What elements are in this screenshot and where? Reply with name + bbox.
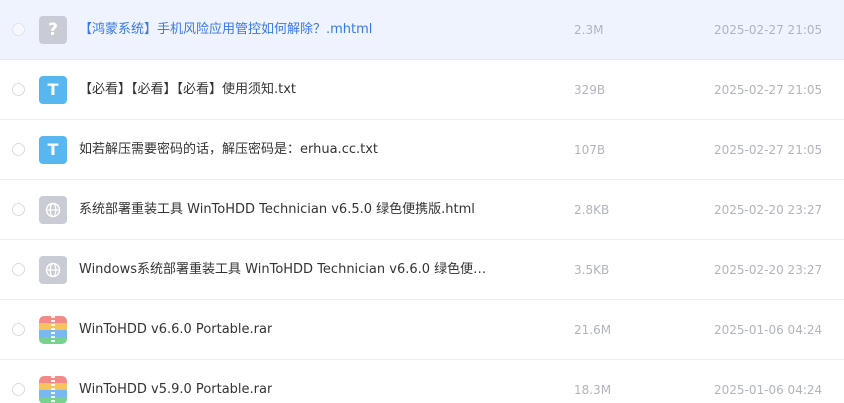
globe-icon [45, 202, 61, 217]
file-date: 2025-02-27 21:05 [714, 82, 823, 97]
file-row-mhtml[interactable]: ? 【鸿蒙系统】手机风险应用管控如何解除？.mhtml 2.3M 2025-02… [0, 0, 844, 60]
file-list: ? 【鸿蒙系统】手机风险应用管控如何解除？.mhtml 2.3M 2025-02… [0, 0, 844, 403]
file-date: 2025-02-20 23:27 [714, 262, 823, 277]
file-size: 2.3M [574, 22, 604, 37]
file-date: 2025-01-06 04:24 [714, 382, 823, 397]
file-name[interactable]: 如若解压需要密码的话，解压密码是：erhua.cc.txt [79, 141, 378, 159]
file-name[interactable]: 系统部署重装工具 WinToHDD Technician v6.5.0 绿色便携… [79, 201, 475, 219]
file-name[interactable]: WinToHDD v6.6.0 Portable.rar [79, 321, 272, 339]
row-checkbox[interactable] [12, 82, 25, 96]
file-row-must-read-txt[interactable]: T 【必看】【必看】【必看】使用须知.txt 329B 2025-02-27 2… [0, 60, 844, 120]
file-size: 329B [574, 82, 606, 97]
text-file-icon: T [39, 75, 67, 104]
file-row-html-660[interactable]: Windows系统部署重装工具 WinToHDD Technician v6.6… [0, 240, 844, 300]
file-size: 18.3M [574, 382, 612, 397]
unknown-file-icon: ? [39, 15, 67, 44]
file-name[interactable]: WinToHDD v5.9.0 Portable.rar [79, 381, 272, 399]
file-date: 2025-02-27 21:05 [714, 142, 823, 157]
zipper-icon [51, 375, 55, 403]
archive-file-icon [39, 315, 67, 344]
file-row-rar-660[interactable]: WinToHDD v6.6.0 Portable.rar 21.6M 2025-… [0, 300, 844, 360]
file-date: 2025-02-27 21:05 [714, 22, 823, 37]
row-checkbox[interactable] [12, 142, 25, 156]
file-date: 2025-01-06 04:24 [714, 322, 823, 337]
row-checkbox[interactable] [12, 22, 25, 36]
icon-glyph: T [47, 140, 59, 159]
file-size: 107B [574, 142, 606, 157]
file-size: 3.5KB [574, 262, 610, 277]
file-size: 2.8KB [574, 202, 610, 217]
web-file-icon [39, 195, 67, 224]
globe-icon [45, 262, 61, 277]
file-name[interactable]: Windows系统部署重装工具 WinToHDD Technician v6.6… [79, 261, 491, 279]
file-date: 2025-02-20 23:27 [714, 202, 823, 217]
file-name[interactable]: 【鸿蒙系统】手机风险应用管控如何解除？.mhtml [79, 21, 372, 39]
text-file-icon: T [39, 135, 67, 164]
file-row-rar-590[interactable]: WinToHDD v5.9.0 Portable.rar 18.3M 2025-… [0, 360, 844, 403]
web-file-icon [39, 255, 67, 284]
row-checkbox[interactable] [12, 262, 25, 276]
file-row-html-650[interactable]: 系统部署重装工具 WinToHDD Technician v6.5.0 绿色便携… [0, 180, 844, 240]
zipper-icon [51, 315, 55, 344]
archive-file-icon [39, 375, 67, 403]
icon-glyph: T [47, 80, 59, 99]
row-checkbox[interactable] [12, 382, 25, 396]
file-size: 21.6M [574, 322, 612, 337]
row-checkbox[interactable] [12, 322, 25, 336]
file-name[interactable]: 【必看】【必看】【必看】使用须知.txt [79, 81, 296, 99]
icon-glyph: ? [48, 19, 58, 40]
file-row-password-txt[interactable]: T 如若解压需要密码的话，解压密码是：erhua.cc.txt 107B 202… [0, 120, 844, 180]
row-checkbox[interactable] [12, 202, 25, 216]
